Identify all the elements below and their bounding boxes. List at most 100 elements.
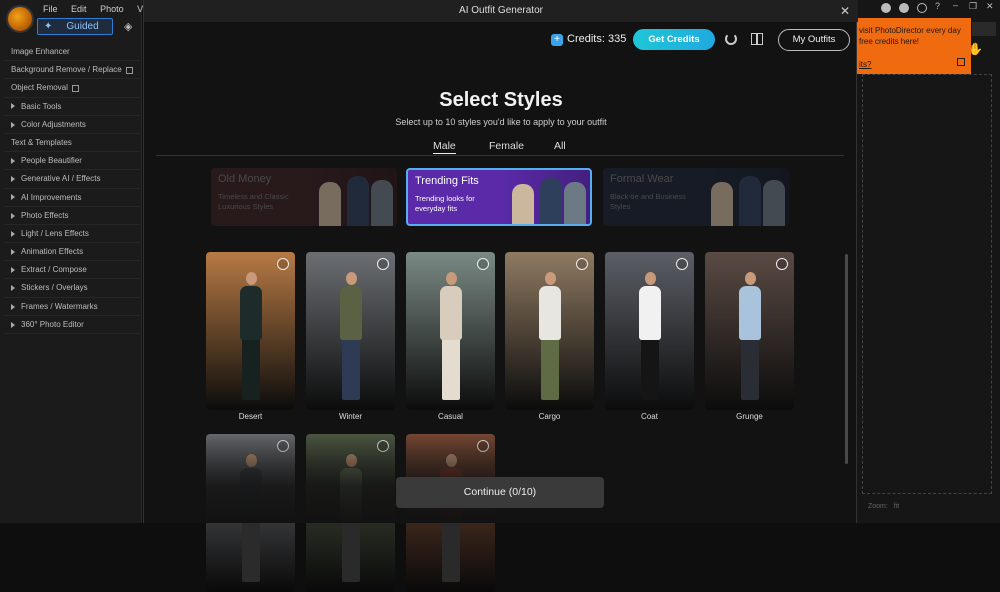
- expand-arrow-icon: [11, 158, 15, 165]
- dialog-close-icon[interactable]: ✕: [840, 0, 850, 22]
- nav-item-label: Image Enhancer: [11, 47, 70, 56]
- select-styles-subheading: Select up to 10 styles you'd like to app…: [395, 117, 607, 127]
- nav-item-3[interactable]: Basic Tools: [4, 98, 140, 116]
- nav-item-label: Basic Tools: [21, 101, 62, 111]
- style-card-3[interactable]: [505, 252, 594, 410]
- nav-item-label: Extract / Compose: [21, 265, 87, 275]
- minimize-icon[interactable]: –: [953, 0, 958, 10]
- settings-icon[interactable]: [917, 3, 927, 13]
- category-thumbnail: [701, 168, 789, 226]
- expand-arrow-icon: [11, 303, 15, 310]
- menu-edit[interactable]: Edit: [71, 4, 87, 14]
- select-radio[interactable]: [676, 258, 688, 270]
- view-dropdown[interactable]: [972, 22, 996, 36]
- notification-icon[interactable]: [899, 3, 909, 13]
- category-description: Trending looks for everyday fits: [415, 194, 475, 213]
- dialog-scrollbar[interactable]: [845, 254, 848, 464]
- nav-item-label: Object Removal: [11, 83, 68, 93]
- nav-item-9[interactable]: Photo Effects: [4, 207, 140, 225]
- style-card-5[interactable]: [705, 252, 794, 410]
- style-card-2[interactable]: [406, 252, 495, 410]
- nav-item-14[interactable]: Frames / Watermarks: [4, 298, 140, 316]
- category-card-2[interactable]: Formal Wear Black-tie and Business Styles: [603, 168, 789, 226]
- nav-item-1[interactable]: Background Remove / Replace: [4, 61, 140, 80]
- tool-nav-list: Image Enhancer Background Remove / Replac…: [4, 43, 140, 334]
- nav-item-8[interactable]: AI Improvements: [4, 189, 140, 207]
- tab-all[interactable]: All: [554, 140, 566, 152]
- gender-tabs: Male Female All: [156, 138, 844, 156]
- nav-item-label: People Beautifier: [21, 156, 82, 166]
- category-description: Timeless and Classic Luxurious Styles: [218, 192, 289, 211]
- free-credits-promo[interactable]: visit PhotoDirector every day free credi…: [856, 18, 971, 74]
- nav-item-label: Text & Templates: [11, 137, 72, 147]
- expand-arrow-icon: [11, 321, 15, 328]
- get-credits-button[interactable]: Get Credits: [633, 29, 715, 50]
- zoom-control[interactable]: Zoom: fit: [868, 503, 899, 510]
- nav-item-0[interactable]: Image Enhancer: [4, 43, 140, 62]
- open-external-icon[interactable]: [71, 84, 79, 92]
- nav-item-label: Photo Effects: [21, 210, 69, 220]
- refresh-icon[interactable]: [725, 33, 737, 45]
- canvas-placeholder: [862, 74, 992, 494]
- nav-item-2[interactable]: Object Removal: [4, 79, 140, 98]
- category-title: Formal Wear: [610, 173, 674, 185]
- nav-item-label: Color Adjustments: [21, 119, 86, 129]
- model-photo: [238, 272, 264, 404]
- window-close-icon[interactable]: ✕: [986, 1, 994, 12]
- gift-icon[interactable]: [751, 33, 763, 45]
- model-photo: [637, 272, 663, 404]
- category-card-0[interactable]: Old Money Timeless and Classic Luxurious …: [211, 168, 397, 226]
- style-label: Grunge: [736, 412, 763, 421]
- style-card-0[interactable]: [206, 252, 295, 410]
- select-radio[interactable]: [776, 258, 788, 270]
- nav-item-5[interactable]: Text & Templates: [4, 134, 140, 153]
- hand-tool-icon[interactable]: ✋: [968, 42, 983, 56]
- ai-outfit-generator-dialog: AI Outfit Generator ✕ + Credits: 335 Get…: [143, 0, 858, 592]
- style-label: Winter: [338, 412, 363, 421]
- nav-item-4[interactable]: Color Adjustments: [4, 116, 140, 134]
- nav-item-label: Stickers / Overlays: [21, 283, 88, 293]
- nav-item-7[interactable]: Generative AI / Effects: [4, 170, 140, 189]
- nav-item-15[interactable]: 360° Photo Editor: [4, 316, 140, 334]
- account-icon[interactable]: [881, 3, 891, 13]
- credits-icon: +: [551, 34, 563, 46]
- select-styles-heading: Select Styles: [439, 89, 563, 111]
- select-radio[interactable]: [576, 258, 588, 270]
- select-radio[interactable]: [377, 258, 389, 270]
- open-external-icon[interactable]: [125, 66, 133, 74]
- style-card-1[interactable]: [306, 252, 395, 410]
- menu-photo[interactable]: Photo: [100, 4, 124, 14]
- dialog-title: AI Outfit Generator: [459, 5, 543, 16]
- select-radio[interactable]: [477, 258, 489, 270]
- promo-link[interactable]: its?: [859, 59, 871, 70]
- menu-file[interactable]: File: [43, 4, 58, 14]
- external-link-icon[interactable]: [957, 58, 965, 66]
- style-card-4[interactable]: [605, 252, 694, 410]
- guided-mode-button[interactable]: ✦ Guided: [37, 18, 113, 35]
- expand-arrow-icon: [11, 212, 15, 219]
- category-card-1[interactable]: Trending Fits Trending looks for everyday…: [406, 168, 592, 226]
- tab-male[interactable]: Male: [433, 140, 456, 154]
- restore-icon[interactable]: ❐: [969, 1, 977, 12]
- style-label: Coat: [641, 412, 658, 421]
- tab-female[interactable]: Female: [489, 140, 524, 152]
- my-outfits-button[interactable]: My Outfits: [778, 29, 850, 51]
- guided-label: Guided: [66, 21, 99, 32]
- category-thumbnail: [309, 168, 397, 226]
- help-icon[interactable]: ?: [935, 1, 940, 11]
- promo-line-2: free credits here!: [859, 37, 920, 46]
- category-title: Old Money: [218, 173, 272, 185]
- layers-icon[interactable]: ◈: [124, 20, 136, 33]
- nav-item-label: Light / Lens Effects: [21, 228, 89, 238]
- nav-item-6[interactable]: People Beautifier: [4, 152, 140, 171]
- nav-item-13[interactable]: Stickers / Overlays: [4, 279, 140, 298]
- window-controls: ? – ❐ ✕: [856, 0, 1000, 16]
- continue-button[interactable]: Continue (0/10): [396, 477, 604, 508]
- nav-item-10[interactable]: Light / Lens Effects: [4, 225, 140, 244]
- model-photo: [537, 272, 563, 404]
- select-radio[interactable]: [277, 258, 289, 270]
- nav-item-12[interactable]: Extract / Compose: [4, 261, 140, 280]
- expand-arrow-icon: [11, 285, 15, 292]
- nav-item-11[interactable]: Animation Effects: [4, 243, 140, 262]
- promo-line-1: visit PhotoDirector every day: [859, 26, 961, 35]
